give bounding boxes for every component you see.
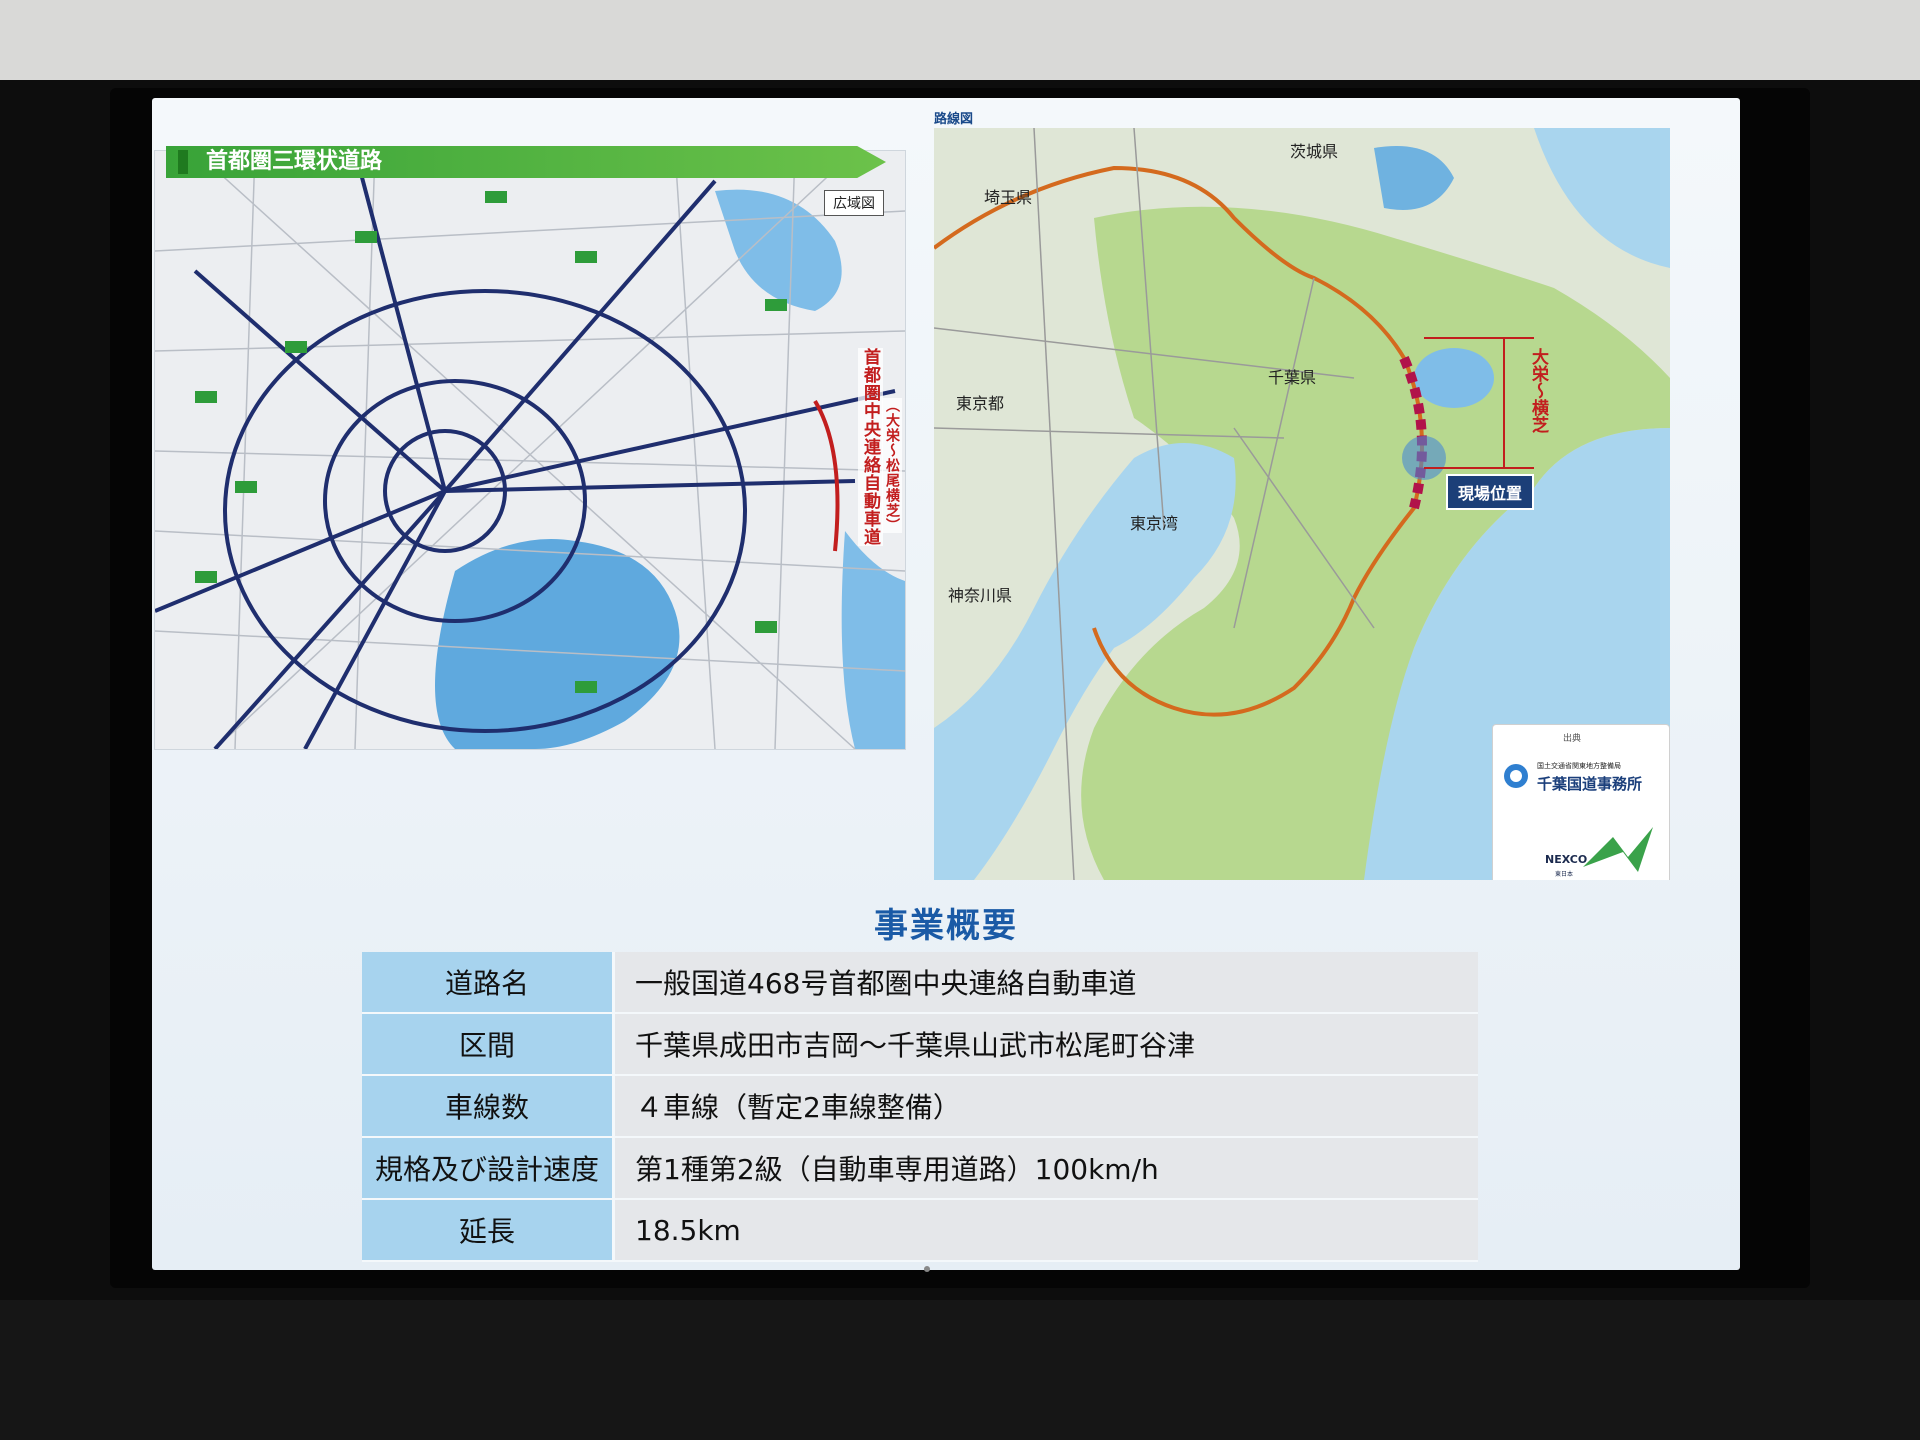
monitor-power-led	[924, 1266, 930, 1272]
tokyo-ring-roads-map	[154, 150, 906, 750]
route-map: 茨城県 埼玉県 東京都 千葉県 神奈川県 東京湾 大栄〜横芝 現場位置 出典 国…	[934, 128, 1670, 880]
pref-label-chiba: 千葉県	[1268, 368, 1317, 387]
section-label: 大栄〜横芝	[1528, 348, 1548, 433]
pref-label-kanagawa: 神奈川県	[948, 586, 1013, 605]
summary-heading: 事業概要	[874, 906, 1018, 946]
route-map-title: 路線図	[934, 112, 974, 127]
site-location-label: 現場位置	[1446, 474, 1535, 510]
row-key: 車線数	[362, 1075, 615, 1138]
row-key: 延長	[362, 1199, 615, 1262]
nexco-logo-icon	[1583, 827, 1653, 872]
bureau-name: 国土交通省関東地方整備局	[1537, 762, 1621, 770]
source-logo-box: 出典 国土交通省関東地方整備局 千葉国道事務所 NEXCO 東日本	[1492, 724, 1670, 880]
row-value: 千葉県成田市吉岡〜千葉県山武市松尾町谷津	[613, 1013, 1478, 1076]
pref-label-saitama: 埼玉県	[984, 188, 1033, 207]
section-sublabel: （大栄〜松尾横芝）	[882, 398, 902, 533]
ring-roads-banner: 首都圏三環状道路	[166, 146, 886, 178]
table-row: 規格及び設計速度 第1種第2級（自動車専用道路）100km/h	[362, 1137, 1478, 1200]
presentation-slide: 首都圏三環状道路 広域図 首都圏中央連絡自動車道 （大栄〜松尾横芝） 路線図 茨…	[152, 98, 1740, 1270]
wide-area-label: 広域図	[824, 190, 884, 216]
row-key: 規格及び設計速度	[362, 1137, 615, 1200]
background-floor	[0, 1300, 1920, 1440]
row-value: 一般国道468号首都圏中央連絡自動車道	[613, 952, 1478, 1014]
ken-o-expressway-label: 首都圏中央連絡自動車道	[858, 348, 883, 546]
summary-table: 道路名 一般国道468号首都圏中央連絡自動車道 区間 千葉県成田市吉岡〜千葉県山…	[362, 952, 1478, 1262]
table-row: 道路名 一般国道468号首都圏中央連絡自動車道	[362, 952, 1478, 1014]
nexco-name: NEXCO	[1545, 853, 1588, 866]
bay-label: 東京湾	[1130, 514, 1179, 533]
background-wall	[0, 0, 1920, 80]
table-row: 車線数 ４車線（暫定2車線整備）	[362, 1075, 1478, 1138]
pref-label-ibaraki: 茨城県	[1290, 142, 1339, 161]
row-value: 18.5km	[613, 1199, 1478, 1262]
table-row: 延長 18.5km	[362, 1199, 1478, 1262]
pref-label-tokyo: 東京都	[956, 394, 1005, 413]
mlit-logo-icon	[1504, 764, 1528, 788]
row-value: ４車線（暫定2車線整備）	[613, 1075, 1478, 1138]
row-key: 区間	[362, 1013, 615, 1076]
row-key: 道路名	[362, 952, 615, 1014]
table-row: 区間 千葉県成田市吉岡〜千葉県山武市松尾町谷津	[362, 1013, 1478, 1076]
office-name: 千葉国道事務所	[1537, 775, 1643, 793]
nexco-east: 東日本	[1555, 871, 1574, 878]
source-label: 出典	[1563, 734, 1582, 744]
ring-roads-map-graphic	[155, 151, 905, 749]
row-value: 第1種第2級（自動車専用道路）100km/h	[613, 1137, 1478, 1200]
